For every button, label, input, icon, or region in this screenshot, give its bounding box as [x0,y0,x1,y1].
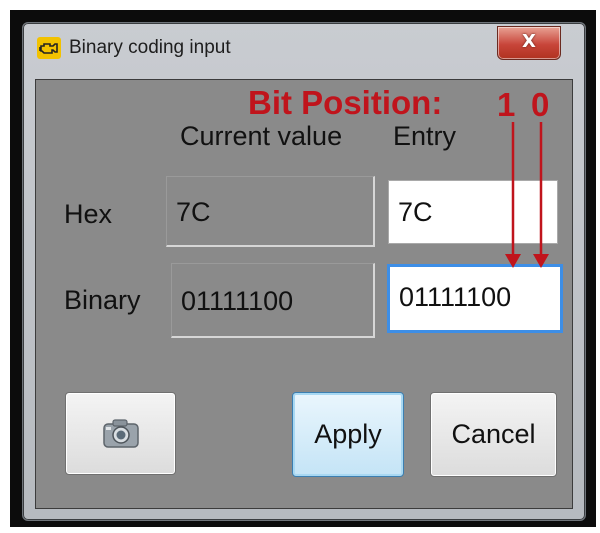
bit-position-1-label: 1 [497,86,516,123]
hex-current-value: 7C [176,197,211,227]
binary-label: Binary [64,285,141,315]
close-button[interactable]: X [497,26,561,60]
bit-position-0-label: 0 [531,86,550,123]
binary-current-value: 01111100 [181,286,294,316]
hex-label: Hex [64,199,113,229]
binary-entry-value: 01111100 [399,282,512,312]
apply-button[interactable]: Apply [292,392,404,477]
bit-position-annotation: Bit Position: [248,84,443,121]
engine-icon [37,37,61,59]
hex-current-field: 7C [166,176,375,247]
close-icon: X [522,31,536,52]
window-title: Binary coding input [69,37,231,58]
hex-entry-value: 7C [398,197,433,227]
binary-current-field: 01111100 [171,263,375,338]
entry-header: Entry [393,121,457,151]
snapshot-button[interactable] [65,392,176,475]
hex-entry-input[interactable]: 7C [388,180,558,244]
camera-icon [103,419,139,448]
cancel-button[interactable]: Cancel [430,392,557,477]
current-value-header: Current value [180,121,343,151]
binary-entry-input[interactable]: 01111100 [387,264,563,333]
title-bar[interactable]: Binary coding input X [23,23,585,73]
